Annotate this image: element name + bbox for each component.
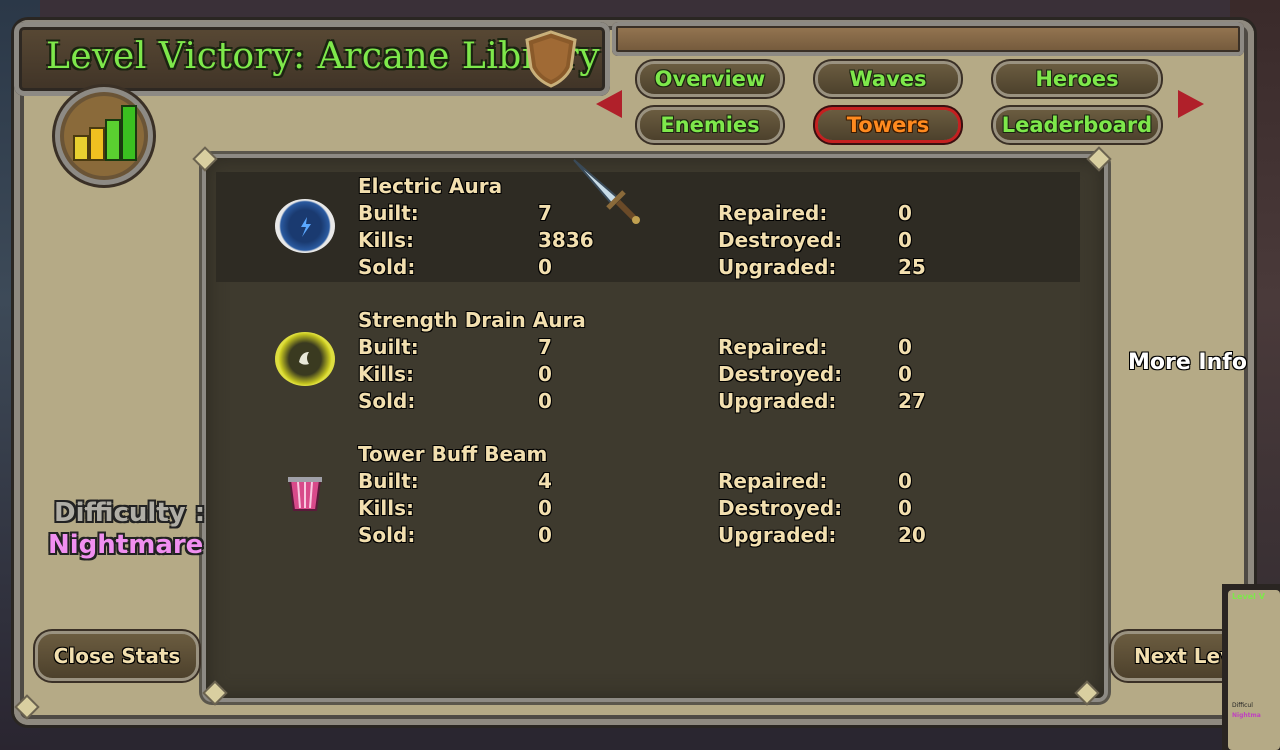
tab-towers[interactable]: Towers	[818, 110, 958, 140]
built-label: Built:	[358, 201, 419, 225]
destroyed-value: 0	[898, 362, 912, 386]
tab-waves[interactable]: Waves	[818, 64, 958, 94]
mini-preview-nightmare: Nightma	[1232, 712, 1261, 719]
sold-label: Sold:	[358, 389, 416, 413]
destroyed-value: 0	[898, 228, 912, 252]
built-value: 7	[538, 335, 552, 359]
kills-value: 0	[538, 362, 552, 386]
repaired-label: Repaired:	[718, 335, 828, 359]
mini-preview-window: Level V Difficul Nightma	[1222, 584, 1280, 750]
mini-preview-difficulty: Difficul	[1232, 702, 1253, 709]
tab-enemies[interactable]: Enemies	[640, 110, 780, 140]
sword-cursor-icon	[573, 159, 640, 224]
sold-label: Sold:	[358, 523, 416, 547]
bar-chart-icon	[64, 96, 144, 176]
more-info-link[interactable]: More Info	[1128, 350, 1247, 375]
destroyed-value: 0	[898, 496, 912, 520]
difficulty-value: Nightmare	[48, 530, 204, 560]
sold-label: Sold:	[358, 255, 416, 279]
difficulty-label: Difficulty :	[54, 498, 206, 528]
tower-name: Tower Buff Beam	[358, 442, 548, 466]
tower-buff-beam-icon	[284, 472, 326, 514]
repaired-label: Repaired:	[718, 469, 828, 493]
built-label: Built:	[358, 335, 419, 359]
destroyed-label: Destroyed:	[718, 228, 843, 252]
sold-value: 0	[538, 389, 552, 413]
repaired-value: 0	[898, 335, 912, 359]
tower-name: Electric Aura	[358, 174, 503, 198]
sold-value: 0	[538, 523, 552, 547]
repaired-value: 0	[898, 201, 912, 225]
kills-label: Kills:	[358, 496, 414, 520]
mini-preview-panel	[1228, 590, 1280, 750]
electric-aura-icon	[275, 199, 335, 253]
kills-value: 0	[538, 496, 552, 520]
sold-value: 0	[538, 255, 552, 279]
prev-tab-arrow[interactable]	[596, 90, 622, 118]
built-label: Built:	[358, 469, 419, 493]
tower-name: Strength Drain Aura	[358, 308, 586, 332]
shield-icon	[525, 30, 577, 88]
tab-heroes[interactable]: Heroes	[996, 64, 1158, 94]
strength-drain-aura-icon	[275, 332, 335, 386]
next-tab-arrow[interactable]	[1178, 90, 1204, 118]
upgraded-value: 25	[898, 255, 926, 279]
background-top	[0, 0, 1280, 20]
top-rail	[612, 22, 1244, 56]
kills-label: Kills:	[358, 228, 414, 252]
destroyed-label: Destroyed:	[718, 362, 843, 386]
upgraded-label: Upgraded:	[718, 389, 837, 413]
upgraded-label: Upgraded:	[718, 523, 837, 547]
kills-label: Kills:	[358, 362, 414, 386]
repaired-value: 0	[898, 469, 912, 493]
selected-row-highlight	[216, 172, 1080, 282]
built-value: 4	[538, 469, 552, 493]
stats-chart-badge	[60, 92, 148, 180]
built-value: 7	[538, 201, 552, 225]
page-title: Level Victory: Arcane Library	[46, 36, 601, 77]
repaired-label: Repaired:	[718, 201, 828, 225]
kills-value: 3836	[538, 228, 594, 252]
mini-preview-title: Level V	[1232, 592, 1265, 601]
destroyed-label: Destroyed:	[718, 496, 843, 520]
upgraded-value: 27	[898, 389, 926, 413]
close-stats-button[interactable]: Close Stats	[38, 634, 196, 678]
tab-overview[interactable]: Overview	[640, 64, 780, 94]
upgraded-value: 20	[898, 523, 926, 547]
upgraded-label: Upgraded:	[718, 255, 837, 279]
tab-leaderboard[interactable]: Leaderboard	[996, 110, 1158, 140]
